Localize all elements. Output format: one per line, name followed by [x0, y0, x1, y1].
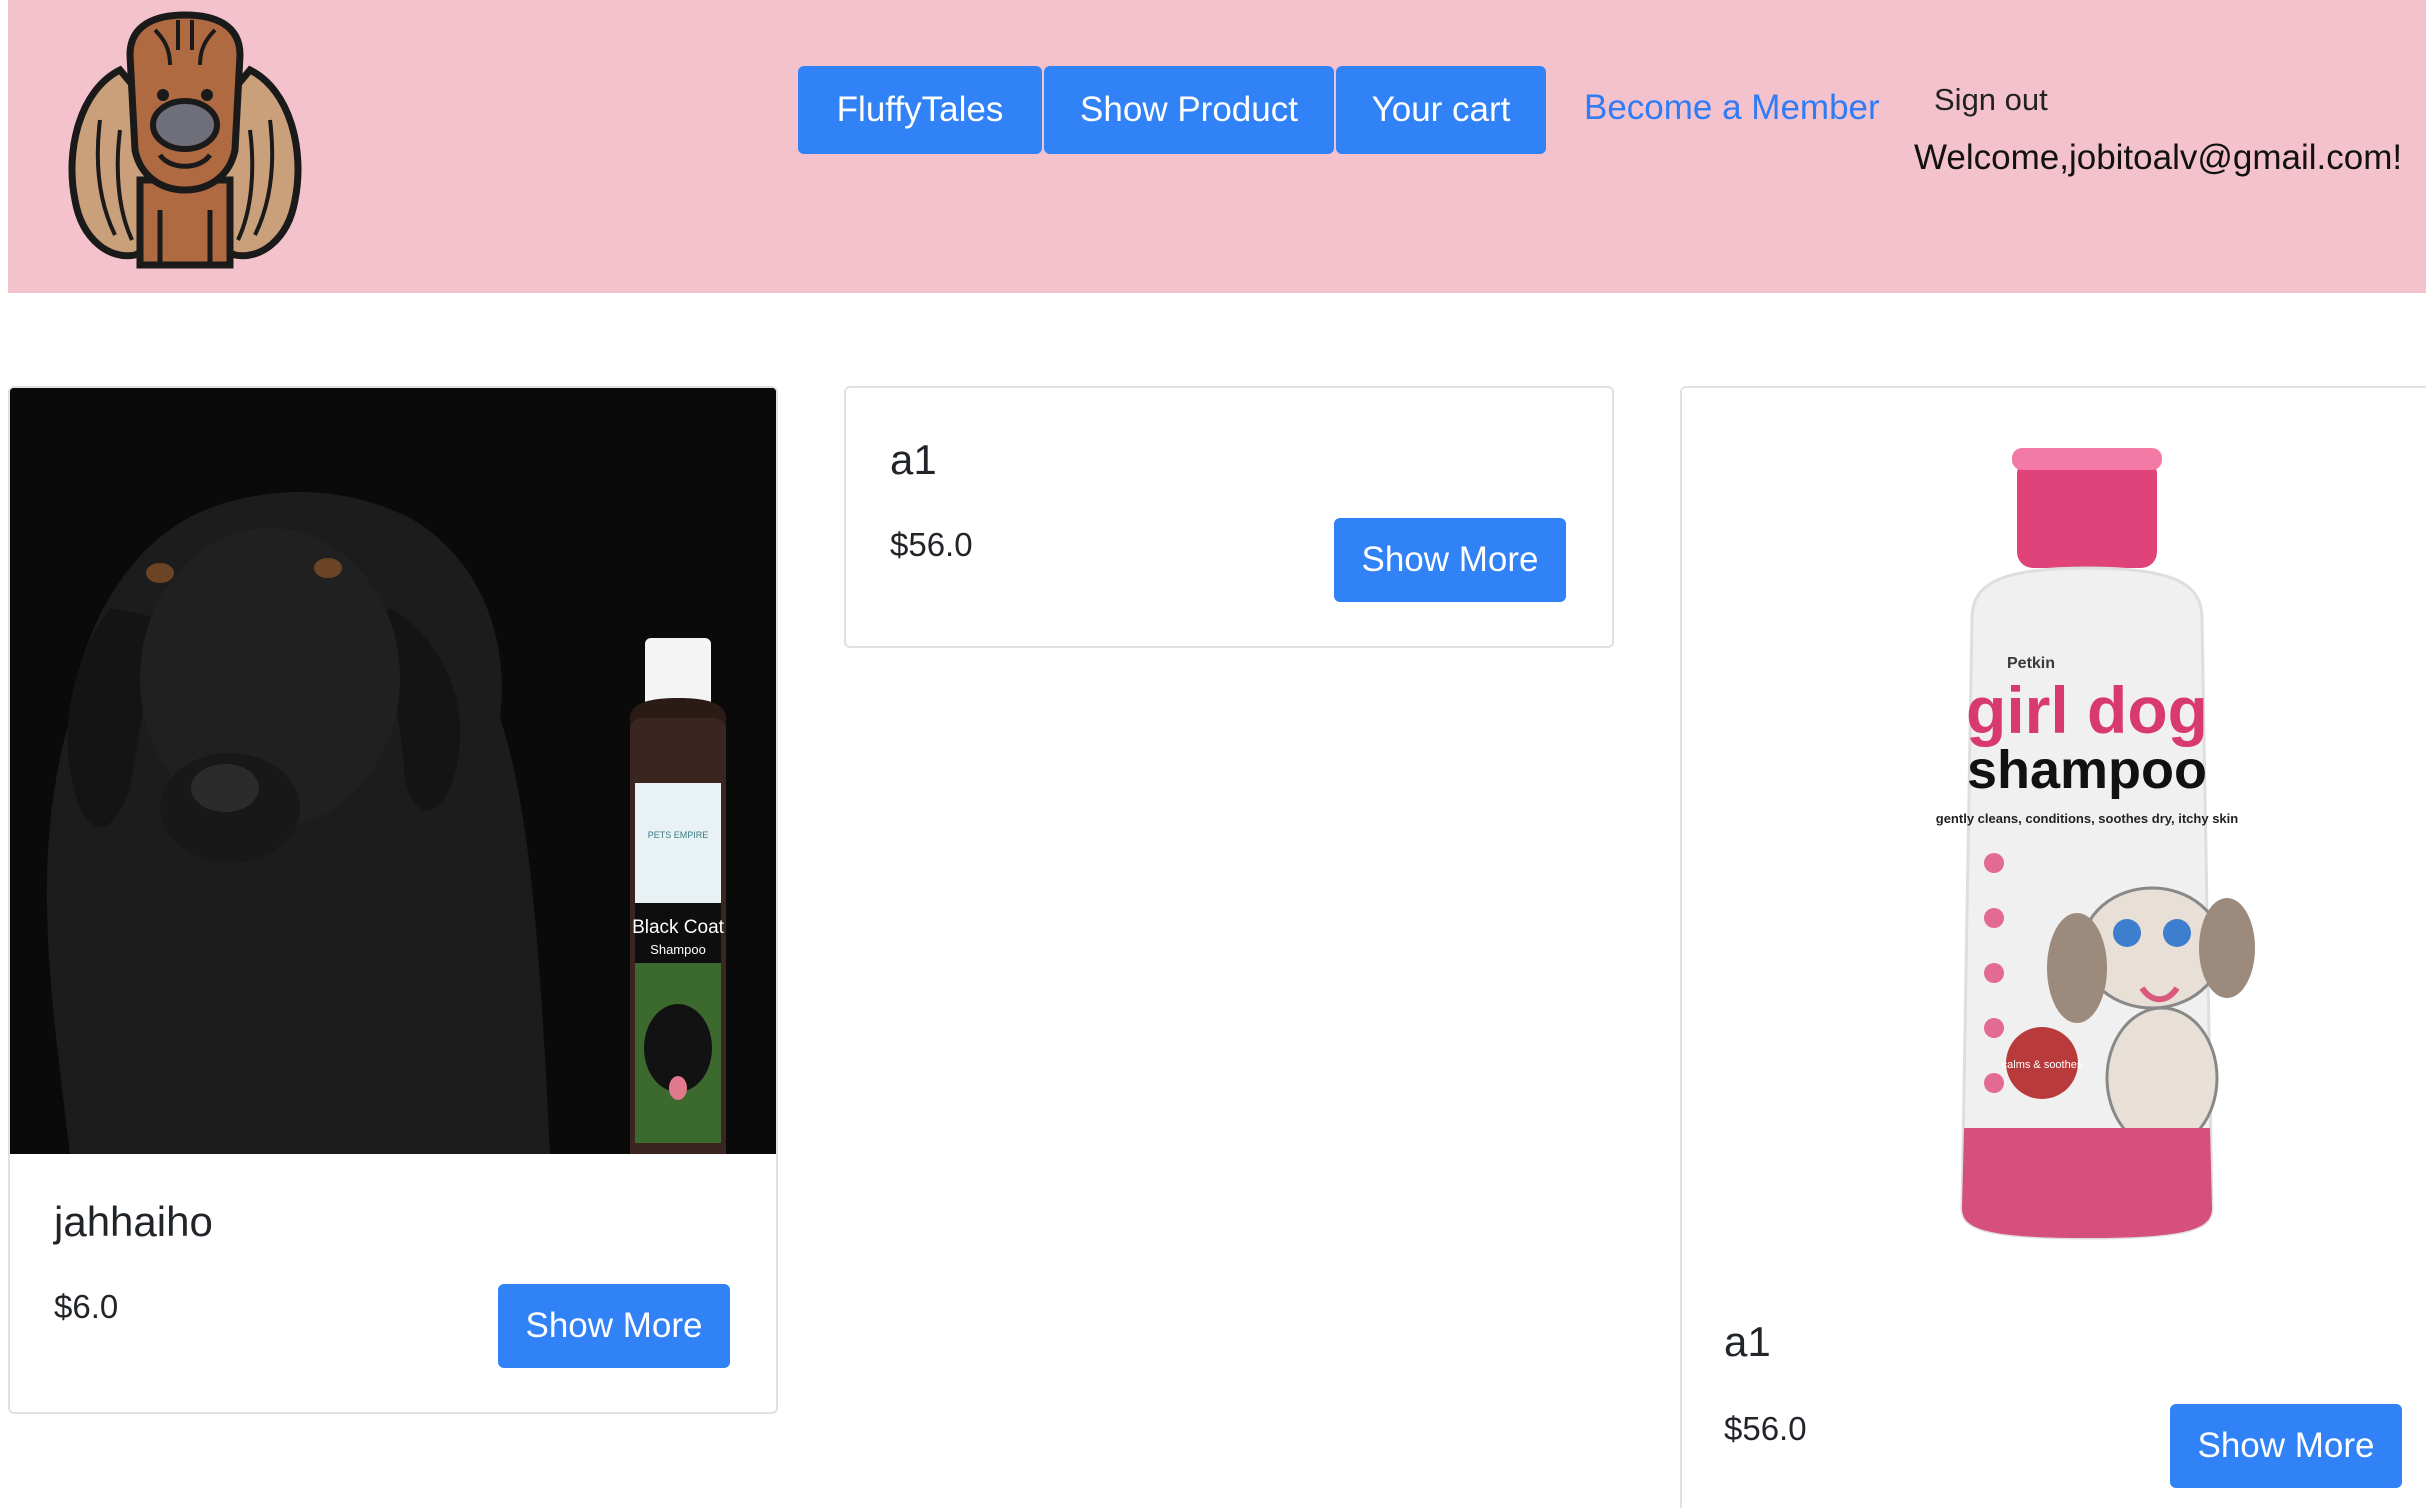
show-more-button[interactable]: Show More [2170, 1404, 2402, 1488]
bottle-line1-text: girl dog [1966, 673, 2208, 747]
show-more-button[interactable]: Show More [1334, 518, 1566, 602]
product-title: a1 [1724, 1318, 1771, 1365]
product-price: $56.0 [1724, 1410, 1807, 1447]
header-bar: FluffyTales Show Product Your cart Becom… [8, 0, 2426, 293]
bottle-sublabel-text: Shampoo [650, 942, 706, 957]
bottle-line2-text: shampoo [1967, 740, 2207, 800]
product-title: a1 [890, 436, 937, 483]
product-card: Petkin girl dog shampoo gently cleans, c… [1680, 386, 2426, 1508]
nav-button-your-cart[interactable]: Your cart [1336, 66, 1546, 154]
product-image: PETS EMPIRE Black Coat Shampoo [10, 388, 776, 1154]
nav-button-show-product[interactable]: Show Product [1044, 66, 1334, 154]
product-price: $6.0 [54, 1288, 119, 1325]
bottle-label-text: Black Coat [632, 917, 725, 938]
become-member-link[interactable]: Become a Member [1584, 88, 1880, 128]
bottle-brand-text: Petkin [2007, 655, 2055, 672]
product-title: jahhaiho [54, 1198, 213, 1245]
bottle-brand-text: PETS EMPIRE [648, 830, 709, 840]
welcome-text: Welcome,jobitoalv@gmail.com! [1914, 138, 2403, 177]
bottle-badge-text: calms & soothes [2002, 1059, 2083, 1071]
product-price: $56.0 [890, 526, 973, 563]
product-card: a1 $56.0 Show More [844, 386, 1614, 648]
dog-logo-icon[interactable] [60, 10, 310, 280]
sign-out-link[interactable]: Sign out [1934, 82, 2048, 118]
bottle-tagline-text: gently cleans, conditions, soothes dry, … [1936, 811, 2238, 826]
product-image: Petkin girl dog shampoo gently cleans, c… [1682, 388, 2426, 1248]
product-card: PETS EMPIRE Black Coat Shampoo jahhaiho … [8, 386, 778, 1414]
show-more-button[interactable]: Show More [498, 1284, 730, 1368]
nav-button-fluffytales[interactable]: FluffyTales [798, 66, 1042, 154]
page: FluffyTales Show Product Your cart Becom… [0, 0, 2426, 1508]
